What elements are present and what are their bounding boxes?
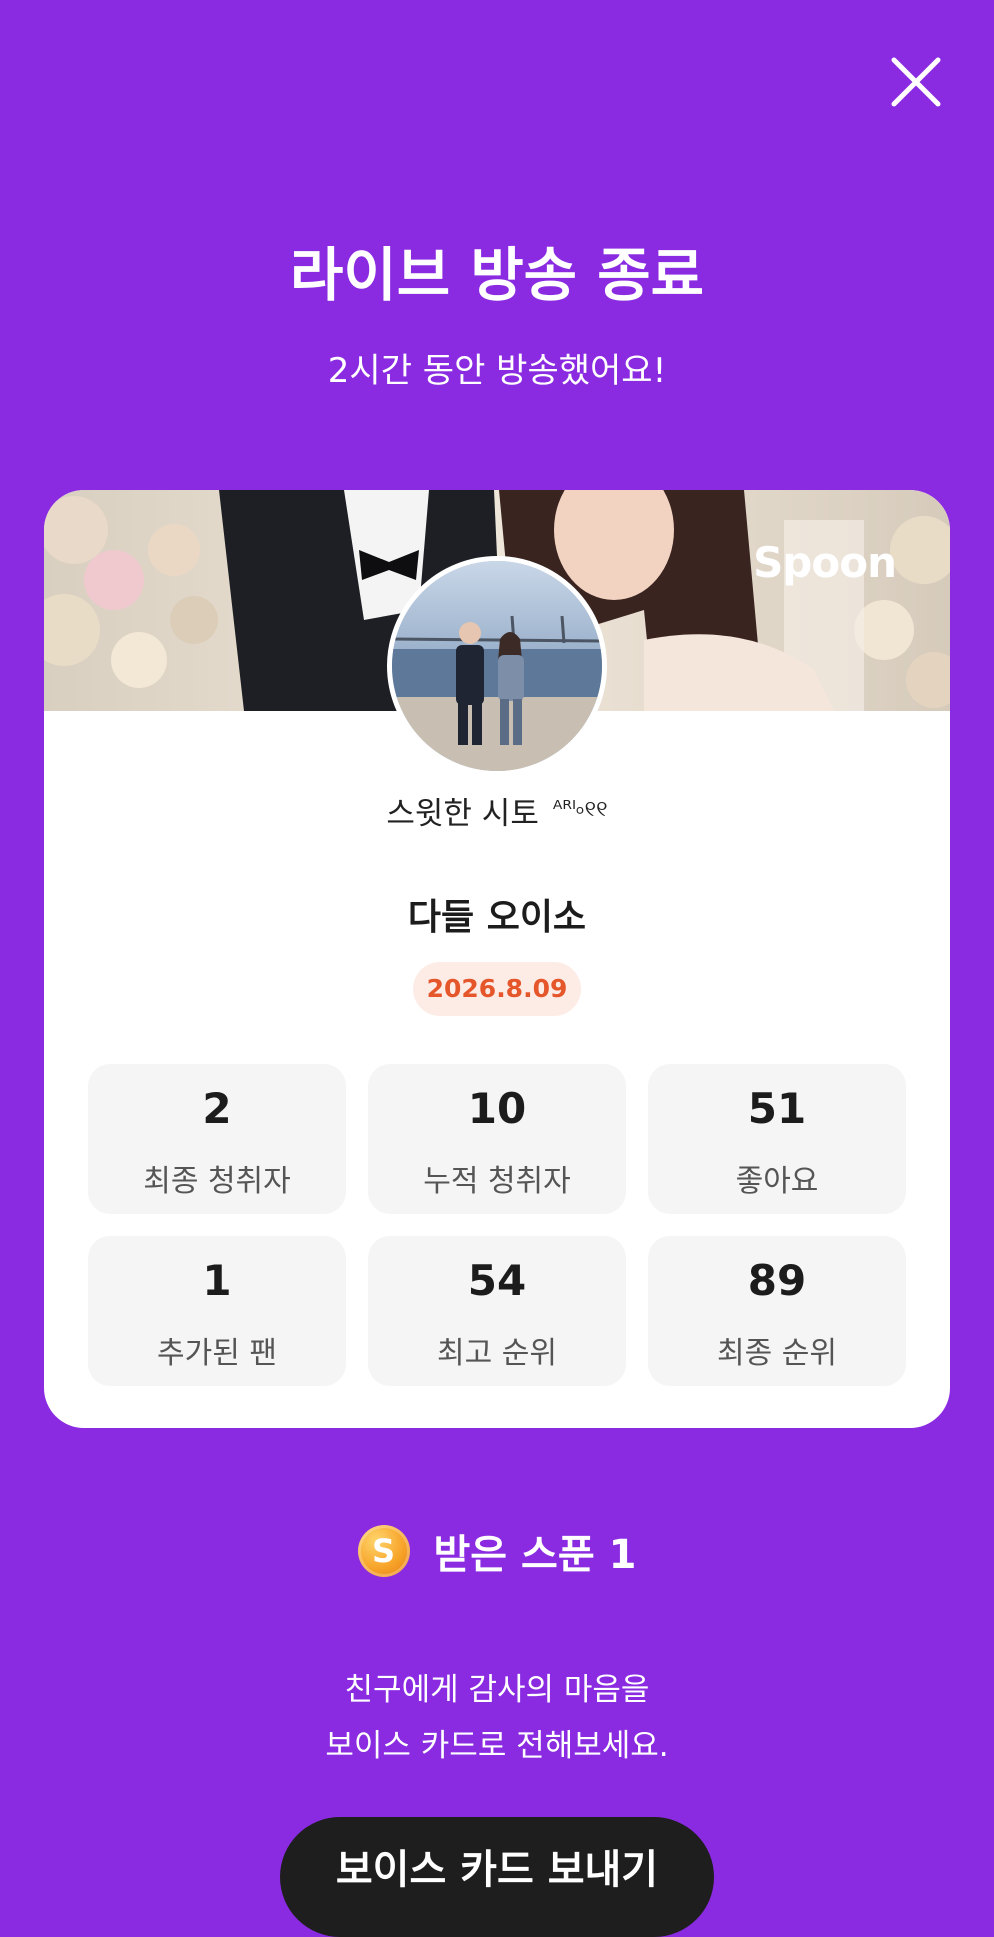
thanks-line-1: 친구에게 감사의 마음을 <box>344 1672 650 1708</box>
stat-value: 2 <box>202 1084 232 1133</box>
dj-name-text: 스윗한 시토 <box>386 796 539 832</box>
stat-label: 추가된 팬 <box>157 1336 277 1371</box>
stat-best-rank: 54 최고 순위 <box>368 1236 626 1386</box>
avatar <box>387 556 607 776</box>
stat-value: 54 <box>467 1256 527 1305</box>
stat-total-listeners: 10 누적 청취자 <box>368 1064 626 1214</box>
spoon-coin-icon: S <box>357 1525 410 1577</box>
thanks-message: 친구에게 감사의 마음을 보이스 카드로 전해보세요. <box>0 1662 994 1774</box>
date-badge: 2026.8.09 <box>413 962 581 1016</box>
received-spoons-label: 받은 스푼 <box>433 1532 595 1578</box>
close-icon <box>891 57 941 107</box>
close-button[interactable] <box>890 56 942 108</box>
stat-final-rank: 89 최종 순위 <box>648 1236 906 1386</box>
thanks-line-2: 보이스 카드로 전해보세요. <box>325 1728 669 1764</box>
dj-name: 스윗한 시토 ᴬᴿᴵ৹୧୧ <box>44 788 950 833</box>
stat-value: 10 <box>467 1084 527 1133</box>
stat-value: 1 <box>202 1256 232 1305</box>
received-spoons: S 받은 스푼 1 <box>0 1522 994 1578</box>
stat-final-listeners: 2 최종 청취자 <box>88 1064 346 1214</box>
stat-label: 좋아요 <box>735 1164 819 1199</box>
spoon-logo: Spoon <box>753 538 897 587</box>
stat-likes: 51 좋아요 <box>648 1064 906 1214</box>
stat-label: 누적 청취자 <box>423 1164 571 1199</box>
stat-new-fans: 1 추가된 팬 <box>88 1236 346 1386</box>
stat-value: 51 <box>747 1084 807 1133</box>
dj-name-decoration: ᴬᴿᴵ৹୧୧ <box>552 797 608 822</box>
stat-value: 89 <box>747 1256 807 1305</box>
stat-label: 최종 청취자 <box>143 1164 291 1199</box>
broadcast-result-card: Spoon 스윗한 시토 ᴬᴿᴵ৹୧୧ 다들 오이소 2026.8.09 2 최… <box>44 490 950 1428</box>
page-title: 라이브 방송 종료 <box>290 241 704 309</box>
stat-label: 최종 순위 <box>717 1336 837 1371</box>
send-voice-card-button[interactable]: 보이스 카드 보내기 <box>280 1817 714 1937</box>
broadcast-duration: 2시간 동안 방송했어요! <box>327 351 667 391</box>
room-title: 다들 오이소 <box>407 897 587 938</box>
stat-label: 최고 순위 <box>437 1336 557 1371</box>
received-spoons-count: 1 <box>608 1532 637 1578</box>
